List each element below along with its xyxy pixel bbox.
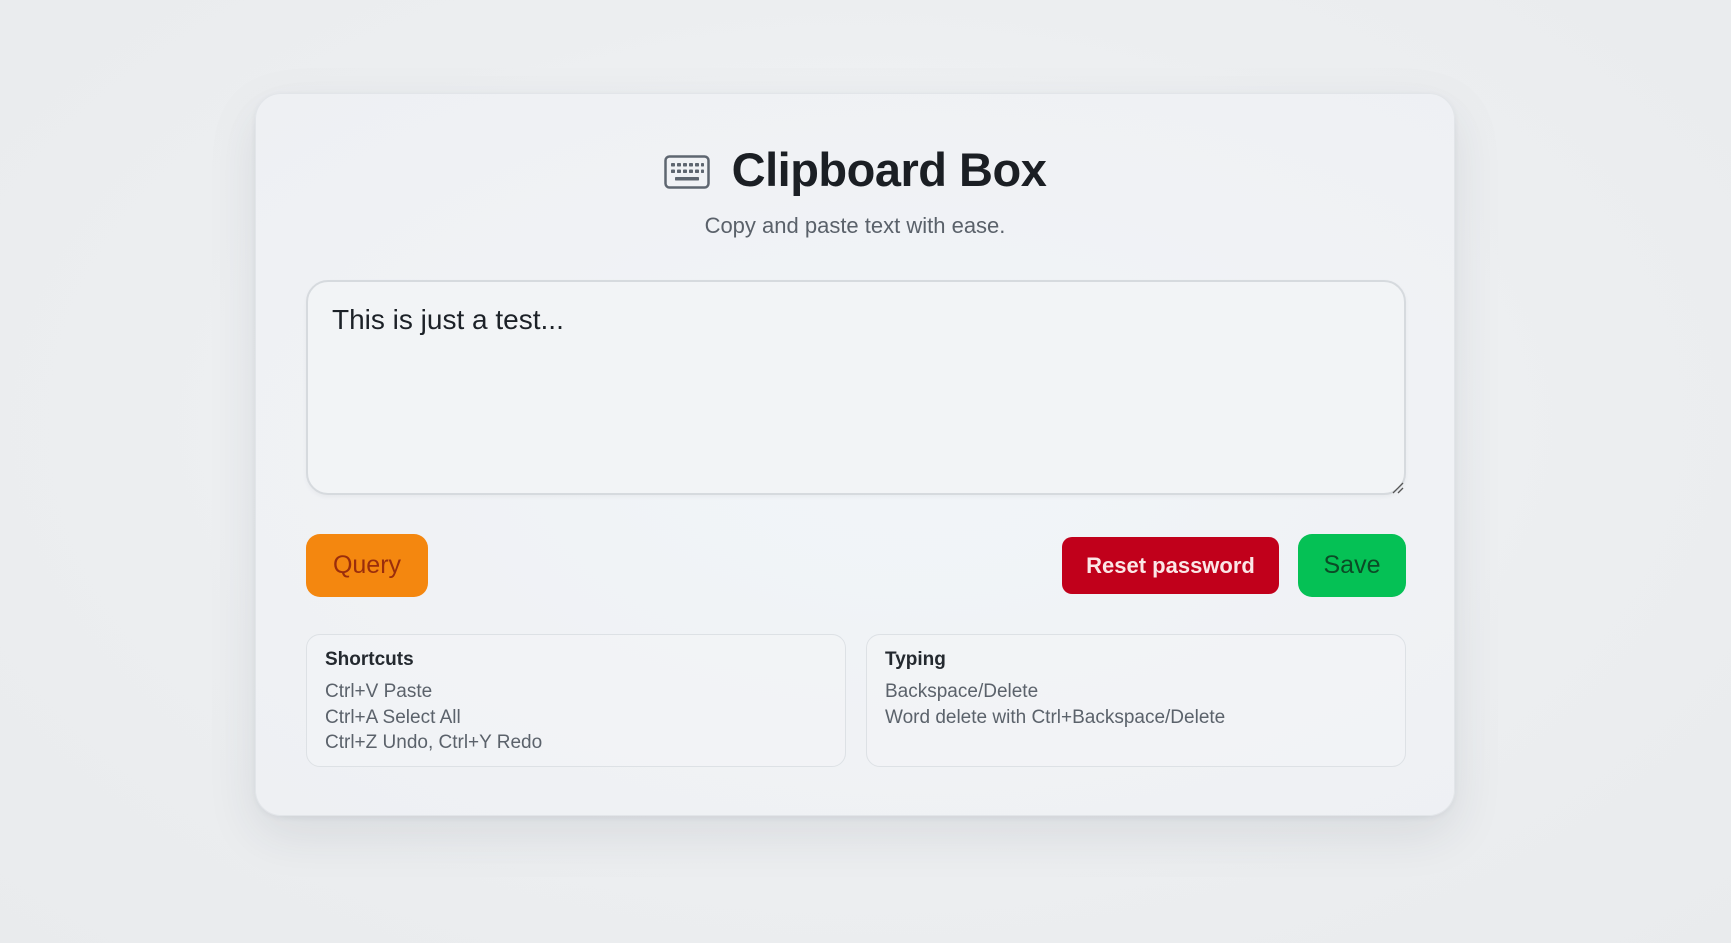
shortcut-line: Ctrl+Z Undo, Ctrl+Y Redo (325, 732, 543, 753)
page-title: Clipboard Box (731, 143, 1047, 196)
shortcuts-title: Shortcuts (325, 649, 414, 670)
reset-password-button[interactable]: Reset password (1062, 537, 1279, 594)
page-subtitle: Copy and paste text with ease. (704, 213, 1006, 238)
typing-line: Backspace/Delete (885, 681, 1039, 702)
header: Clipboard Box (256, 142, 1454, 197)
typing-line: Word delete with Ctrl+Backspace/Delete (885, 706, 1226, 728)
typing-title: Typing (885, 649, 946, 670)
shortcut-line: Ctrl+A Select All (325, 706, 461, 728)
resize-handle-icon[interactable] (1392, 481, 1404, 494)
keyboard-icon (663, 154, 710, 189)
save-button[interactable]: Save (1298, 534, 1406, 597)
clipboard-card: Clipboard Box Copy and paste text with e… (255, 93, 1455, 816)
clipboard-textarea[interactable]: This is just a test... (306, 280, 1406, 495)
shortcuts-panel: Shortcuts Ctrl+V Paste Ctrl+A Select All… (306, 634, 846, 767)
query-button[interactable]: Query (306, 534, 428, 597)
typing-panel: Typing Backspace/Delete Word delete with… (866, 634, 1406, 767)
shortcut-line: Ctrl+V Paste (325, 681, 433, 702)
